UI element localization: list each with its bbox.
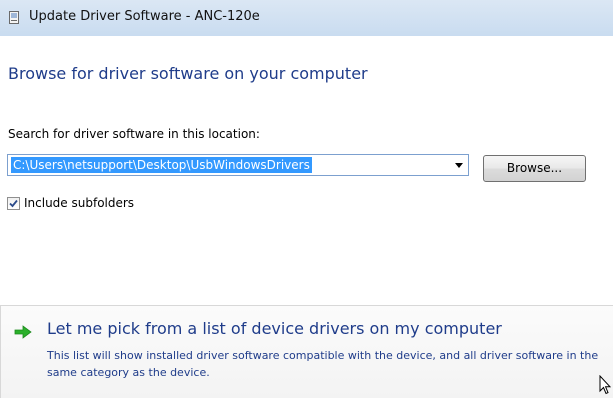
pick-from-list-title[interactable]: Let me pick from a list of device driver… <box>47 319 502 338</box>
driver-path-input[interactable]: C:\Users\netsupport\Desktop\UsbWindowsDr… <box>11 157 312 173</box>
title-bar[interactable]: Update Driver Software - ANC-120e <box>0 0 613 36</box>
page-heading: Browse for driver software on your compu… <box>8 64 368 83</box>
device-icon <box>9 11 19 24</box>
green-arrow-icon <box>14 325 32 339</box>
search-location-label: Search for driver software in this locat… <box>8 127 260 141</box>
mouse-cursor-icon <box>599 375 611 395</box>
window-title: Update Driver Software - ANC-120e <box>29 9 260 24</box>
driver-path-combobox[interactable]: C:\Users\netsupport\Desktop\UsbWindowsDr… <box>7 154 469 176</box>
checkmark-icon <box>9 199 18 208</box>
chevron-down-icon[interactable] <box>455 163 463 168</box>
browse-button[interactable]: Browse... <box>483 155 586 182</box>
include-subfolders-label[interactable]: Include subfolders <box>24 196 134 210</box>
include-subfolders-checkbox[interactable] <box>7 197 20 210</box>
pick-from-list-description: This list will show installed driver sof… <box>47 349 599 379</box>
